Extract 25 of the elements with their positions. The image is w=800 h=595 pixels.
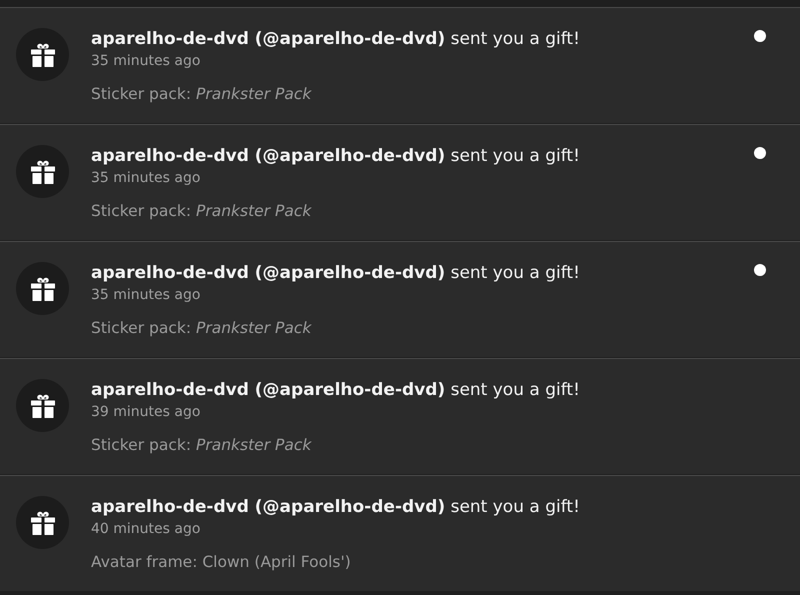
notification-card[interactable]: aparelho-de-dvd (@aparelho-de-dvd) sent you a gift! 35 minutes ago Sticker pack: Prankster Pack xyxy=(0,7,800,123)
timestamp: 40 minutes ago xyxy=(91,520,202,539)
gift-detail: Sticker pack: Prankster Pack xyxy=(91,201,313,222)
gift-detail: Sticker pack: Prankster Pack xyxy=(91,84,313,105)
notification-title: aparelho-de-dvd (@aparelho-de-dvd) sent you a gift! xyxy=(91,496,580,518)
notification-card[interactable]: aparelho-de-dvd (@aparelho-de-dvd) sent you a gift! 39 minutes ago Sticker pack: Prankster Pack xyxy=(0,358,800,474)
notification-card[interactable]: aparelho-de-dvd (@aparelho-de-dvd) sent you a gift! 40 minutes ago Avatar frame: Clown (April Fools') xyxy=(0,475,800,591)
timestamp: 35 minutes ago xyxy=(91,169,202,188)
gift-icon xyxy=(30,42,56,68)
notification-title: aparelho-de-dvd (@aparelho-de-dvd) sent you a gift! xyxy=(91,262,580,284)
gift-detail: Avatar frame: Clown (April Fools') xyxy=(91,552,352,573)
gift-icon xyxy=(30,158,56,184)
notification-title: aparelho-de-dvd (@aparelho-de-dvd) sent you a gift! xyxy=(91,28,580,50)
timestamp: 35 minutes ago xyxy=(91,286,202,305)
notification-card[interactable]: aparelho-de-dvd (@aparelho-de-dvd) sent you a gift! 35 minutes ago Sticker pack: Prankster Pack xyxy=(0,241,800,357)
gift-icon xyxy=(30,392,56,418)
gift-icon xyxy=(30,510,56,536)
timestamp: 39 minutes ago xyxy=(91,403,202,422)
timestamp: 35 minutes ago xyxy=(91,52,202,71)
notification-card[interactable]: aparelho-de-dvd (@aparelho-de-dvd) sent you a gift! 35 minutes ago Sticker pack: Prankster Pack xyxy=(0,124,800,240)
notification-title: aparelho-de-dvd (@aparelho-de-dvd) sent you a gift! xyxy=(91,145,580,167)
gift-detail: Sticker pack: Prankster Pack xyxy=(91,318,313,339)
gift-detail: Sticker pack: Prankster Pack xyxy=(91,435,313,456)
notification-title: aparelho-de-dvd (@aparelho-de-dvd) sent you a gift! xyxy=(91,379,580,401)
gift-icon xyxy=(30,276,56,302)
